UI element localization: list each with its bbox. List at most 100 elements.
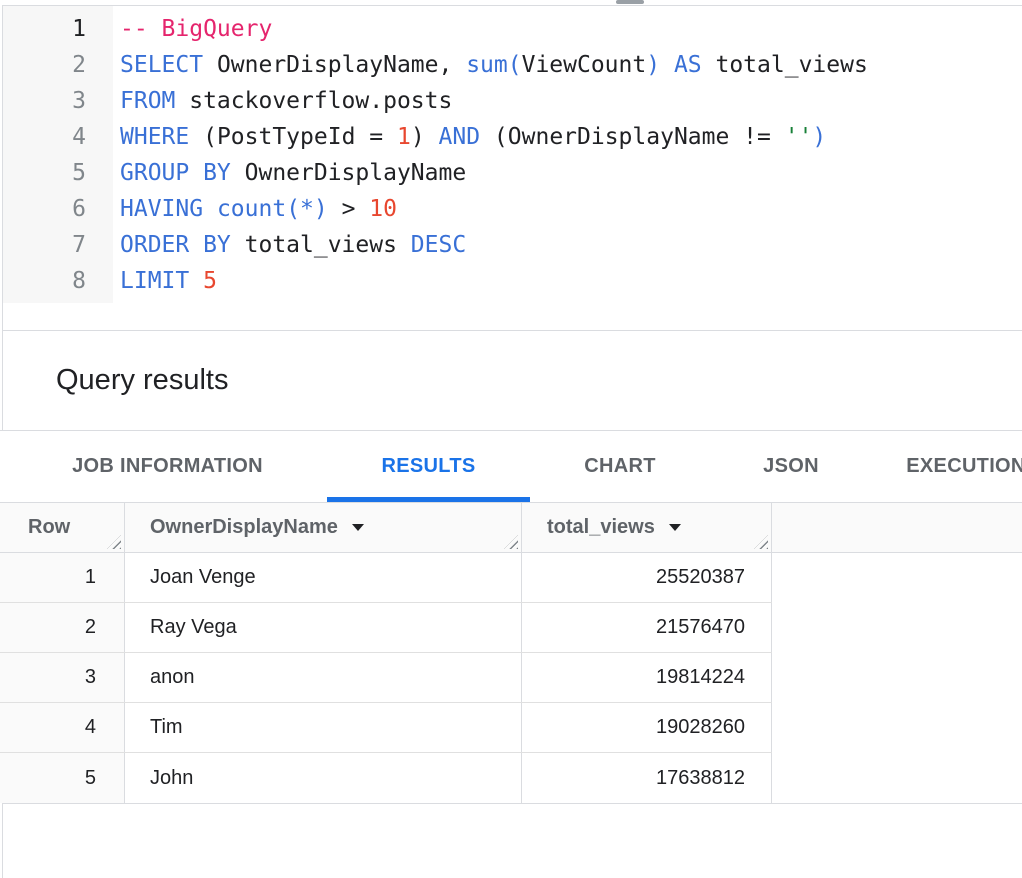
code-token: AND <box>439 124 481 150</box>
code-line[interactable]: 3 FROM stackoverflow.posts <box>3 83 1022 119</box>
code-token: DESC <box>411 232 466 258</box>
row-number-cell: 5 <box>0 753 125 803</box>
table-row: 5John17638812 <box>0 753 772 803</box>
column-header-filler <box>772 503 1022 552</box>
code-token: AS <box>674 52 702 78</box>
code-token: FROM <box>120 88 175 114</box>
owner-name-cell: anon <box>125 653 522 702</box>
code-text: SELECT OwnerDisplayName, sum(ViewCount) … <box>86 47 868 83</box>
tab-label: EXECUTION DETAILS <box>906 455 1022 478</box>
code-token: GROUP BY <box>120 160 231 186</box>
bigquery-results-panel: 1 -- BigQuery 2SELECT OwnerDisplayName, su… <box>0 0 1022 878</box>
tab-job-information[interactable]: JOB INFORMATION <box>8 431 327 502</box>
line-number: 1 <box>3 11 86 47</box>
total-views-cell: 17638812 <box>522 753 772 803</box>
column-header-label: Row <box>28 516 70 539</box>
column-header-row: Row <box>0 503 125 552</box>
line-number: 8 <box>3 263 86 299</box>
code-line[interactable]: 1 -- BigQuery <box>3 11 1022 47</box>
code-line[interactable]: 2SELECT OwnerDisplayName, sum(ViewCount)… <box>3 47 1022 83</box>
tab-json[interactable]: JSON <box>710 431 872 502</box>
code-token: HAVING <box>120 196 203 222</box>
total-views-cell: 19028260 <box>522 703 772 752</box>
code-token: ) <box>646 52 660 78</box>
code-token: count(*) <box>217 196 328 222</box>
results-table-body: 1Joan Venge255203872Ray Vega215764703ano… <box>0 553 772 803</box>
code-token: OwnerDisplayName <box>231 160 466 186</box>
code-token: total_views <box>231 232 411 258</box>
tab-chart[interactable]: CHART <box>530 431 710 502</box>
table-row: 4Tim19028260 <box>0 703 772 753</box>
sort-dropdown-icon[interactable] <box>352 524 364 531</box>
code-token: (OwnerDisplayName != <box>480 124 785 150</box>
code-text: WHERE (PostTypeId = 1) AND (OwnerDisplay… <box>86 119 826 155</box>
results-tab-bar: JOB INFORMATION RESULTS CHART JSON EXECUTION… <box>0 430 1022 502</box>
code-line[interactable]: 7ORDER BY total_views DESC <box>3 227 1022 263</box>
code-token <box>203 196 217 222</box>
table-row: 1Joan Venge25520387 <box>0 553 772 603</box>
column-resize-handle-icon[interactable] <box>504 535 518 549</box>
code-token <box>189 268 203 294</box>
code-token: 1 <box>397 124 411 150</box>
table-row: 2Ray Vega21576470 <box>0 603 772 653</box>
code-line[interactable]: 5GROUP BY OwnerDisplayName <box>3 155 1022 191</box>
splitter-drag-handle[interactable] <box>616 0 644 4</box>
code-token: LIMIT <box>120 268 189 294</box>
total-views-cell: 19814224 <box>522 653 772 702</box>
owner-name-cell: John <box>125 753 522 803</box>
column-header-ownerdisplayname: OwnerDisplayName <box>125 503 522 552</box>
column-header-label: OwnerDisplayName <box>150 516 338 539</box>
owner-name-cell: Joan Venge <box>125 553 522 602</box>
tab-label: JOB INFORMATION <box>72 455 263 478</box>
code-token: -- BigQuery <box>120 16 272 42</box>
code-text: ORDER BY total_views DESC <box>86 227 466 263</box>
code-token: ORDER BY <box>120 232 231 258</box>
code-token: 5 <box>203 268 217 294</box>
line-number: 3 <box>3 83 86 119</box>
column-resize-handle-icon[interactable] <box>754 535 768 549</box>
total-views-cell: 21576470 <box>522 603 772 652</box>
code-token: (PostTypeId = <box>189 124 397 150</box>
code-token <box>660 52 674 78</box>
code-token: OwnerDisplayName, <box>203 52 466 78</box>
code-token: WHERE <box>120 124 189 150</box>
code-text: -- BigQuery <box>86 11 272 47</box>
owner-name-cell: Ray Vega <box>125 603 522 652</box>
code-text: GROUP BY OwnerDisplayName <box>86 155 466 191</box>
code-area[interactable]: 1 -- BigQuery 2SELECT OwnerDisplayName, su… <box>3 6 1022 299</box>
sql-editor[interactable]: 1 -- BigQuery 2SELECT OwnerDisplayName, su… <box>2 5 1022 330</box>
code-token: SELECT <box>120 52 203 78</box>
code-line[interactable]: 4WHERE (PostTypeId = 1) AND (OwnerDispla… <box>3 119 1022 155</box>
code-token: total_views <box>702 52 868 78</box>
row-number-cell: 3 <box>0 653 125 702</box>
row-number-cell: 4 <box>0 703 125 752</box>
tab-label: CHART <box>584 455 656 478</box>
code-token: > <box>328 196 370 222</box>
query-results-header: Query results <box>2 330 1022 430</box>
code-token: ) <box>812 124 826 150</box>
column-header-label: total_views <box>547 516 655 539</box>
sort-dropdown-icon[interactable] <box>669 524 681 531</box>
results-table-header: Row OwnerDisplayName total_views <box>0 502 1022 553</box>
code-token: sum( <box>466 52 521 78</box>
column-header-total_views: total_views <box>522 503 772 552</box>
line-number: 7 <box>3 227 86 263</box>
tab-execution-details[interactable]: EXECUTION DETAILS <box>872 431 1022 502</box>
total-views-cell: 25520387 <box>522 553 772 602</box>
code-token: stackoverflow.posts <box>175 88 452 114</box>
code-token: ) <box>411 124 439 150</box>
code-token: ViewCount <box>522 52 647 78</box>
row-number-cell: 1 <box>0 553 125 602</box>
page-title: Query results <box>56 364 228 397</box>
tab-results[interactable]: RESULTS <box>327 431 530 502</box>
code-line[interactable]: 6HAVING count(*) > 10 <box>3 191 1022 227</box>
line-number: 5 <box>3 155 86 191</box>
tab-label: RESULTS <box>382 455 476 478</box>
owner-name-cell: Tim <box>125 703 522 752</box>
code-line[interactable]: 8LIMIT 5 <box>3 263 1022 299</box>
line-number: 4 <box>3 119 86 155</box>
code-text: HAVING count(*) > 10 <box>86 191 397 227</box>
column-resize-handle-icon[interactable] <box>107 535 121 549</box>
line-number: 6 <box>3 191 86 227</box>
code-text: LIMIT 5 <box>86 263 217 299</box>
